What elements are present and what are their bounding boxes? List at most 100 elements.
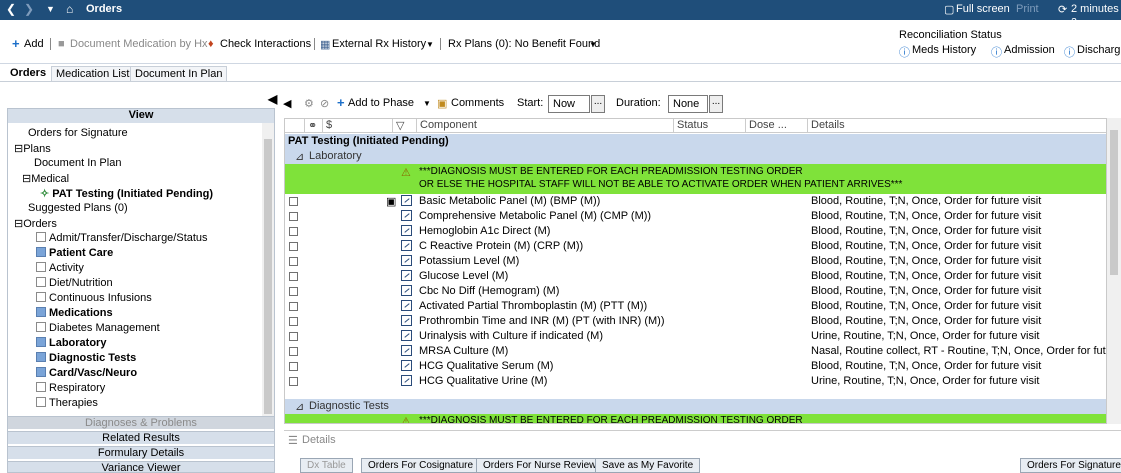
order-row[interactable]: Glucose Level (M) Blood, Routine, T;N, On… [285,269,1106,284]
order-row[interactable]: Urinalysis with Culture if indicated (M)… [285,329,1106,344]
tab-document-in-plan[interactable]: Document In Plan [130,66,228,81]
home-icon[interactable]: ⌂ [66,2,73,16]
grid-scrollbar-thumb[interactable] [1110,130,1118,275]
filter-icon[interactable]: ▽ [393,119,417,133]
orders-for-signature-button[interactable]: Orders For Signature [1020,458,1121,473]
order-row[interactable]: Basic Metabolic Panel (M) (BMP (M)) Blood… [285,194,1106,209]
expand-icon[interactable]: ⊿ [295,150,304,163]
dropdown-icon[interactable]: ▼ [46,4,55,14]
order-checkbox[interactable] [289,317,298,326]
checkbox[interactable] [36,292,46,302]
tree-patient-care[interactable]: Patient Care [36,247,113,259]
start-input[interactable]: Now [548,95,590,113]
external-rx-history-button[interactable]: External Rx History [332,38,426,50]
order-checkbox[interactable] [289,332,298,341]
tree-diagnostic-tests[interactable]: Diagnostic Tests [36,352,136,364]
tree-orders[interactable]: ⊟Orders [14,217,57,230]
order-checkbox[interactable] [289,377,298,386]
component-column-header[interactable]: Component [417,119,674,133]
collapse-icon[interactable]: ⊟ [22,173,31,185]
start-picker-button[interactable]: ... [591,95,605,113]
order-checkbox[interactable] [289,227,298,236]
collapse-panel-icon[interactable]: ◀ [268,92,277,106]
comments-button[interactable]: Comments [451,97,504,109]
order-row[interactable]: Comprehensive Metabolic Panel (M) (CMP (… [285,209,1106,224]
order-row[interactable]: HCG Qualitative Serum (M) Blood, Routine,… [285,359,1106,374]
add-to-phase-button[interactable]: Add to Phase [348,97,414,109]
checkbox[interactable] [36,352,46,362]
tools-icon[interactable]: ⚙ [304,97,314,110]
tree-admit-transfer[interactable]: Admit/Transfer/Discharge/Status [36,232,208,244]
order-row[interactable]: HCG Qualitative Urine (M) Urine, Routine,… [285,374,1106,389]
collapse-icon[interactable]: ⊟ [14,218,23,230]
tree-laboratory[interactable]: Laboratory [36,337,106,349]
checkbox[interactable] [36,382,46,392]
formulary-details-button[interactable]: Formulary Details [8,446,274,459]
section-row-diagnostic-tests[interactable]: ⊿ Diagnostic Tests [285,399,1106,414]
add-icon[interactable]: + [12,36,20,51]
checkbox[interactable] [36,367,46,377]
check-interactions-button[interactable]: Check Interactions [220,38,311,50]
tree-activity[interactable]: Activity [36,262,84,274]
tree-medical[interactable]: ⊟Medical [22,172,69,185]
cost-column-header[interactable]: $ [323,119,393,133]
details-bar[interactable]: ☰ Details [284,430,1121,447]
tree-document-in-plan[interactable]: Document In Plan [34,157,121,169]
tree-continuous-infusions[interactable]: Continuous Infusions [36,292,152,304]
checkbox[interactable] [36,262,46,272]
add-icon[interactable]: + [337,95,345,110]
cancel-icon[interactable]: ⊘ [320,97,329,110]
checkbox[interactable] [36,247,46,257]
fullscreen-icon[interactable]: ▢ [944,3,954,16]
variance-viewer-button[interactable]: Variance Viewer [8,461,274,472]
order-checkbox[interactable] [289,257,298,266]
checkbox[interactable] [36,277,46,287]
duration-picker-button[interactable]: ... [709,95,723,113]
save-as-favorite-button[interactable]: Save as My Favorite [595,458,701,473]
tree-medications[interactable]: Medications [36,307,113,319]
order-row[interactable]: Hemoglobin A1c Direct (M) Blood, Routine,… [285,224,1106,239]
collapse-icon[interactable]: ◀ [283,97,291,110]
order-checkbox[interactable] [289,347,298,356]
tree-respiratory[interactable]: Respiratory [36,382,105,394]
checkbox[interactable] [36,397,46,407]
order-row[interactable]: Cbc No Diff (Hemogram) (M) Blood, Routine… [285,284,1106,299]
order-row[interactable]: C Reactive Protein (M) (CRP (M)) Blood, R… [285,239,1106,254]
related-results-button[interactable]: Related Results [8,431,274,444]
section-row-laboratory[interactable]: ⊿ Laboratory [285,149,1106,164]
tree-diabetes-management[interactable]: Diabetes Management [36,322,160,334]
order-checkbox[interactable] [289,272,298,281]
order-checkbox[interactable] [289,302,298,311]
tree-card-vasc-neuro[interactable]: Card/Vasc/Neuro [36,367,137,379]
order-checkbox[interactable] [289,287,298,296]
meds-history-button[interactable]: Meds History [912,44,976,56]
refresh-icon[interactable]: ⟳ [1058,3,1067,16]
order-row[interactable]: Prothrombin Time and INR (M) (PT (with I… [285,314,1106,329]
document-medication-button[interactable]: Document Medication by Hx [70,38,208,50]
left-scrollbar-thumb[interactable] [264,139,272,414]
expand-icon[interactable]: ⊿ [295,400,304,413]
dx-table-button[interactable]: Dx Table [300,458,353,473]
rx-plans-button[interactable]: Rx Plans (0): No Benefit Found [448,38,600,50]
order-checkbox[interactable] [289,212,298,221]
tree-suggested-plans[interactable]: Suggested Plans (0) [28,202,128,214]
tree-diet-nutrition[interactable]: Diet/Nutrition [36,277,113,289]
checkbox[interactable] [36,307,46,317]
chevron-down-icon[interactable]: ▼ [423,99,431,108]
admission-button[interactable]: Admission [1004,44,1055,56]
order-checkbox[interactable] [289,242,298,251]
tab-medication-list[interactable]: Medication List [51,66,135,81]
collapse-icon[interactable]: ⊟ [14,143,23,155]
status-column-header[interactable]: Status [674,119,746,133]
fullscreen-button[interactable]: Full screen [956,3,1010,15]
expand-details-icon[interactable]: ☰ [288,434,298,447]
duration-input[interactable]: None [668,95,708,113]
details-column-header[interactable]: Details [808,119,1106,133]
chevron-down-icon[interactable]: ▼ [426,40,434,49]
print-button[interactable]: Print [1016,3,1039,15]
add-button[interactable]: Add [24,38,44,50]
plan-row[interactable]: PAT Testing (Initiated Pending) [285,134,1106,149]
diagnoses-problems-button[interactable]: Diagnoses & Problems [8,416,274,429]
back-icon[interactable]: ❮ [6,2,16,16]
tree-pat-testing[interactable]: ✧ PAT Testing (Initiated Pending) [40,187,213,200]
